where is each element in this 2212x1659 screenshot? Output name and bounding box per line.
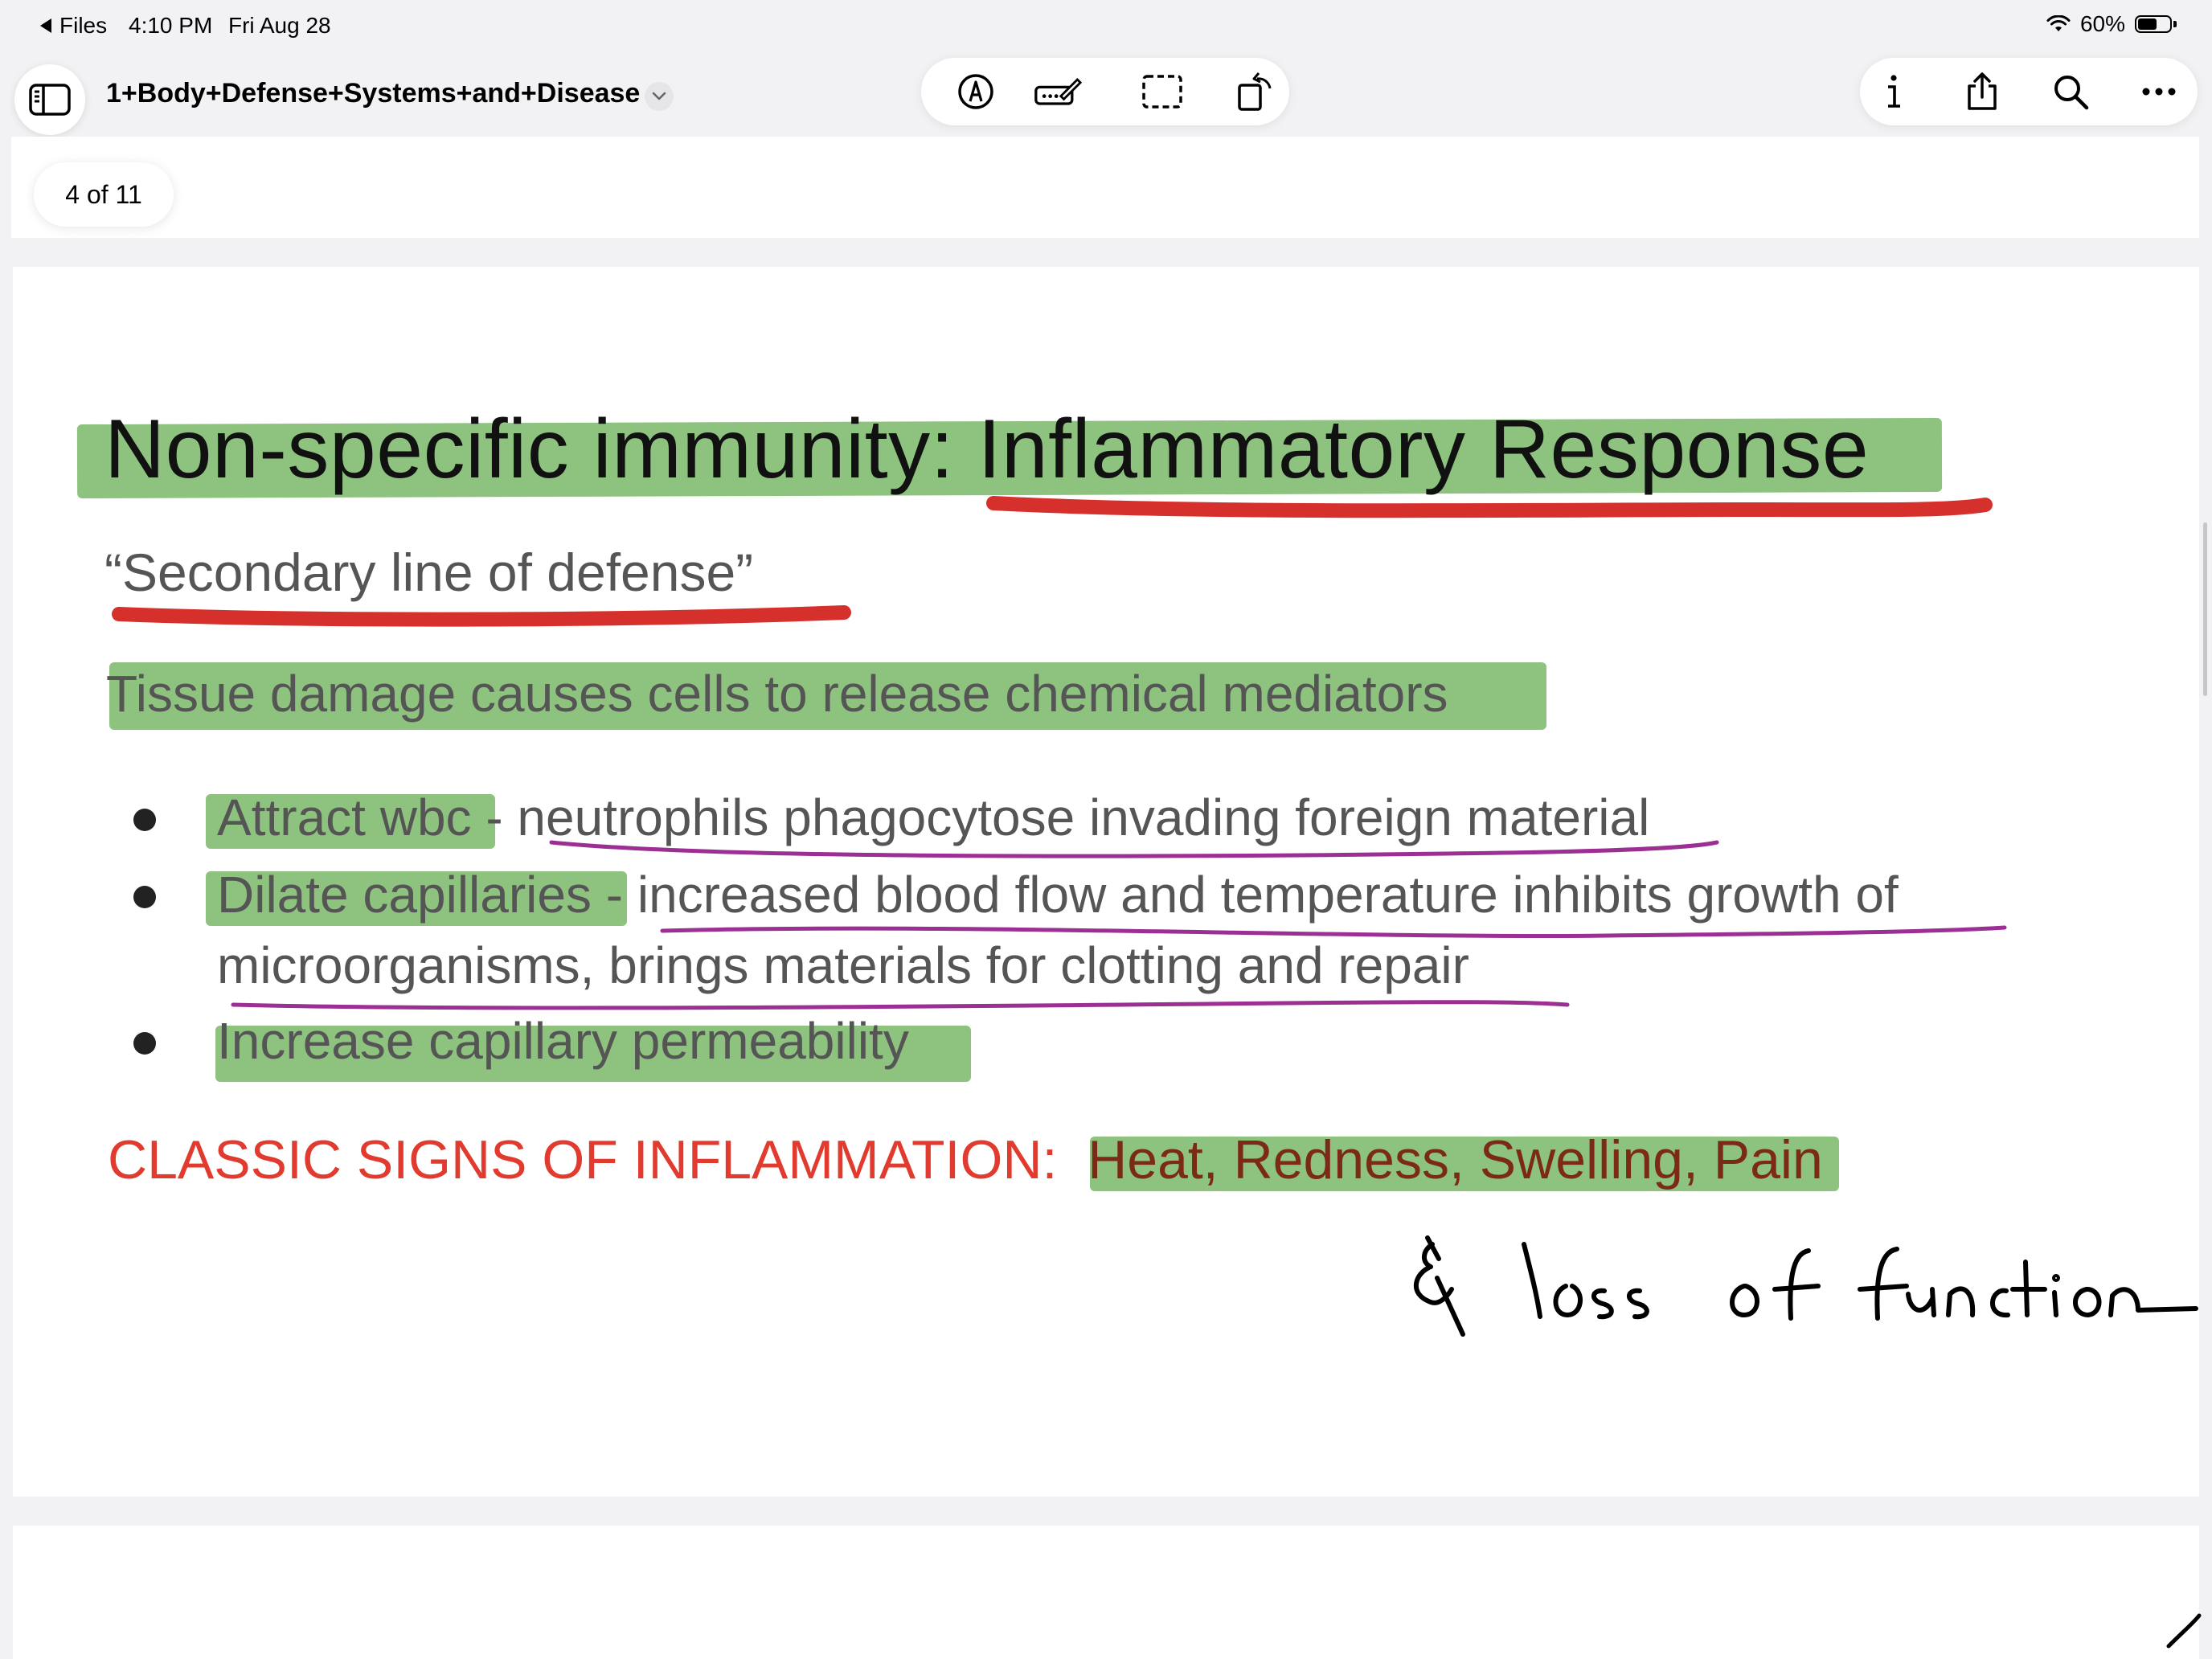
toolbar: 1+Body+Defense+Systems+and+Disease xyxy=(0,51,2212,135)
document-title[interactable]: 1+Body+Defense+Systems+and+Disease xyxy=(106,69,640,117)
battery-icon xyxy=(2135,15,2177,33)
bullet-2-lead: Dilate capillaries xyxy=(217,866,592,924)
status-bar: Files 4:10 PM Fri Aug 28 60% xyxy=(0,0,2212,51)
sidebar-toggle-button[interactable] xyxy=(14,64,85,135)
more-button[interactable] xyxy=(2135,68,2183,116)
mediators-line: Tissue damage causes cells to release ch… xyxy=(106,665,1448,723)
rotate-page-icon xyxy=(1238,72,1272,111)
previous-page xyxy=(11,137,2199,238)
info-icon xyxy=(1888,75,1900,108)
bullet-3: Increase capillary permeability xyxy=(217,1011,909,1071)
next-page xyxy=(13,1526,2199,1659)
page-indicator: 4 of 11 xyxy=(34,162,174,227)
chevron-down-icon xyxy=(652,92,666,100)
status-right: 60% xyxy=(2046,11,2177,37)
wifi-icon xyxy=(2046,15,2071,31)
bullet-1-rest: - neutrophils phagocytose invading forei… xyxy=(471,789,1650,846)
battery-percent: 60% xyxy=(2079,11,2125,36)
bullet-dot xyxy=(133,1032,156,1055)
bullet-3-lead: Increase capillary permeability xyxy=(217,1012,909,1070)
slide-title: Non-specific immunity: Inflammatory Resp… xyxy=(104,403,1870,496)
selection-rect-icon xyxy=(1142,75,1182,109)
back-to-files-link[interactable]: Files xyxy=(40,13,107,39)
signs-label: CLASSIC SIGNS OF INFLAMMATION: xyxy=(108,1129,1058,1190)
share-button[interactable] xyxy=(1958,68,2006,116)
bullet-1: Attract wbc - neutrophils phagocytose in… xyxy=(217,788,1649,847)
info-button[interactable] xyxy=(1870,68,1918,116)
rotate-page-button[interactable] xyxy=(1231,68,1280,116)
back-arrow-icon xyxy=(40,18,51,33)
markup-tools-group xyxy=(921,58,1289,125)
signs-values: Heat, Redness, Swelling, Pain xyxy=(1088,1129,1823,1190)
scroll-indicator[interactable] xyxy=(2203,522,2207,696)
status-time: 4:10 PM xyxy=(129,13,213,38)
search-icon xyxy=(2054,76,2089,110)
sidebar-icon xyxy=(29,84,71,116)
bullet-2-continuation: microorganisms, brings materials for clo… xyxy=(217,936,1469,994)
bullet-2: Dilate capillaries - increased blood flo… xyxy=(217,865,1899,924)
back-label: Files xyxy=(59,13,108,38)
classic-signs-line: CLASSIC SIGNS OF INFLAMMATION: Heat, Red… xyxy=(108,1129,1823,1191)
document-actions-group xyxy=(1860,58,2198,125)
text-box-pen-icon xyxy=(1034,78,1082,105)
status-date: Fri Aug 28 xyxy=(228,13,331,38)
share-icon xyxy=(1968,72,1997,110)
battery-fill xyxy=(2138,18,2157,30)
bullet-dot xyxy=(133,809,156,831)
title-menu-button[interactable] xyxy=(645,82,674,111)
slide-subtitle: “Secondary line of defense” xyxy=(104,543,754,602)
more-ellipsis-icon xyxy=(2142,88,2176,96)
bullet-dot xyxy=(133,886,156,908)
markup-button[interactable] xyxy=(952,68,1000,116)
markup-pen-icon xyxy=(958,74,993,109)
search-button[interactable] xyxy=(2046,68,2095,116)
text-box-button[interactable] xyxy=(1034,68,1082,116)
bullet-2-rest: - increased blood flow and temperature i… xyxy=(591,866,1899,924)
bullet-1-lead: Attract wbc xyxy=(217,789,472,846)
selection-button[interactable] xyxy=(1138,68,1186,116)
